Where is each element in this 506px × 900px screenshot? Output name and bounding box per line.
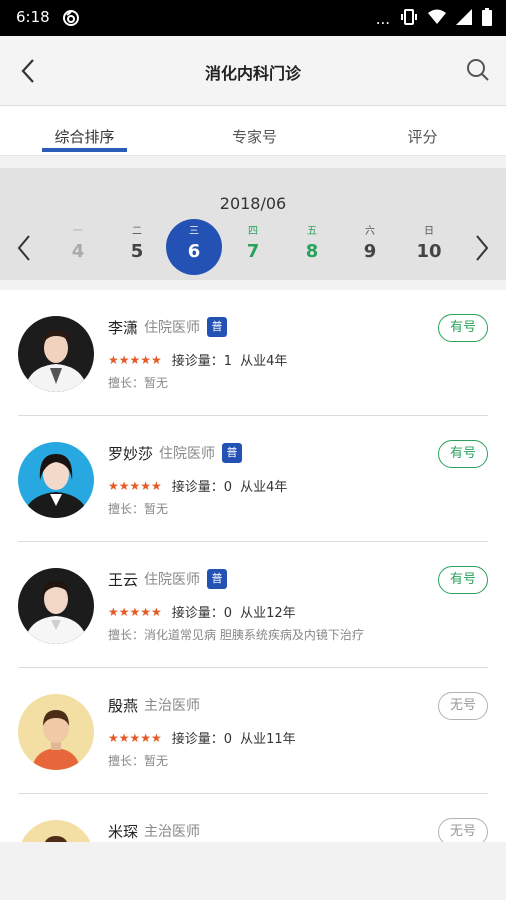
doctor-specialty: 擅长：暂无	[108, 376, 169, 390]
rating-stars: ★★★★★	[108, 478, 162, 493]
doctor-title: 住院医师	[144, 572, 201, 588]
availability-button[interactable]: 无号	[438, 818, 488, 842]
doctor-name: 殷燕	[108, 696, 139, 715]
vibrate-icon	[400, 8, 418, 30]
app-header: 消化内科门诊	[0, 36, 506, 106]
general-badge: 普	[207, 317, 228, 337]
doctor-title: 住院医师	[144, 320, 201, 336]
years-practice: 从业12年	[240, 606, 296, 621]
doctor-row[interactable]: 罗妙莎 住院医师 普 ★★★★★ 接诊量：0 从业4年 擅长：暂无 有号	[0, 416, 506, 542]
availability-button[interactable]: 有号	[438, 566, 488, 594]
tab-comprehensive[interactable]: 综合排序	[42, 126, 127, 147]
visit-count: 接诊量：0	[171, 480, 233, 495]
day-thu[interactable]: 四 7	[233, 226, 273, 263]
availability-button[interactable]: 无号	[438, 692, 488, 720]
status-bar: 6:18 ...	[0, 0, 506, 36]
doctor-list: 李潇 住院医师 普 ★★★★★ 接诊量：1 从业4年 擅长：暂无 有号 罗妙莎 …	[0, 290, 506, 842]
years-practice: 从业4年	[240, 354, 288, 369]
more-dots: ...	[375, 10, 390, 28]
battery-icon	[482, 8, 492, 30]
doctor-row[interactable]: 殷燕 主治医师 ★★★★★ 接诊量：0 从业11年 擅长：暂无 无号	[0, 668, 506, 794]
calendar-month: 2018/06	[219, 194, 287, 213]
doctor-specialty: 擅长：暂无	[108, 754, 169, 768]
signal-icon	[456, 9, 472, 29]
tab-expert[interactable]: 专家号	[212, 126, 297, 147]
doctor-row[interactable]: 米琛 主治医师 无号	[0, 794, 506, 842]
doctor-row[interactable]: 李潇 住院医师 普 ★★★★★ 接诊量：1 从业4年 擅长：暂无 有号	[0, 290, 506, 416]
doctor-avatar	[18, 568, 94, 644]
doctor-title: 主治医师	[144, 698, 201, 714]
doctor-avatar	[18, 316, 94, 392]
notification-icon	[62, 9, 80, 31]
years-practice: 从业11年	[240, 732, 296, 747]
day-sun[interactable]: 日 10	[409, 226, 449, 263]
wifi-icon	[428, 9, 446, 29]
doctor-specialty: 擅长：消化道常见病 胆胰系统疾病及内镜下治疗	[108, 628, 364, 642]
active-tab-indicator	[42, 148, 127, 152]
day-wed[interactable]: 三 6	[174, 226, 214, 263]
prev-week-icon[interactable]	[16, 234, 32, 266]
doctor-name: 罗妙莎	[108, 444, 154, 463]
day-sat[interactable]: 六 9	[350, 226, 390, 263]
status-time: 6:18	[16, 8, 50, 26]
doctor-avatar	[18, 442, 94, 518]
day-mon[interactable]: 一 4	[58, 226, 98, 263]
visit-count: 接诊量：0	[171, 606, 233, 621]
search-icon[interactable]	[466, 58, 490, 86]
availability-button[interactable]: 有号	[438, 440, 488, 468]
doctor-title: 主治医师	[144, 824, 201, 840]
visit-count: 接诊量：1	[171, 354, 233, 369]
doctor-name: 李潇	[108, 318, 139, 337]
rating-stars: ★★★★★	[108, 352, 162, 367]
doctor-specialty: 擅长：暂无	[108, 502, 169, 516]
availability-button[interactable]: 有号	[438, 314, 488, 342]
day-tue[interactable]: 二 5	[117, 226, 157, 263]
default-avatar-icon	[18, 820, 94, 842]
general-badge: 普	[222, 443, 243, 463]
rating-stars: ★★★★★	[108, 604, 162, 619]
doctor-row[interactable]: 王云 住院医师 普 ★★★★★ 接诊量：0 从业12年 擅长：消化道常见病 胆胰…	[0, 542, 506, 668]
rating-stars: ★★★★★	[108, 730, 162, 745]
years-practice: 从业4年	[240, 480, 288, 495]
date-picker: 2018/06	[0, 168, 506, 280]
doctor-title: 住院医师	[159, 446, 216, 462]
doctor-name: 米琛	[108, 822, 139, 841]
next-week-icon[interactable]	[474, 234, 490, 266]
default-avatar-icon	[18, 694, 94, 770]
doctor-name: 王云	[108, 570, 139, 589]
bottom-area	[0, 842, 506, 900]
general-badge: 普	[207, 569, 228, 589]
visit-count: 接诊量：0	[171, 732, 233, 747]
day-fri[interactable]: 五 8	[292, 226, 332, 263]
page-title: 消化内科门诊	[204, 64, 301, 83]
tab-rating[interactable]: 评分	[380, 126, 465, 147]
